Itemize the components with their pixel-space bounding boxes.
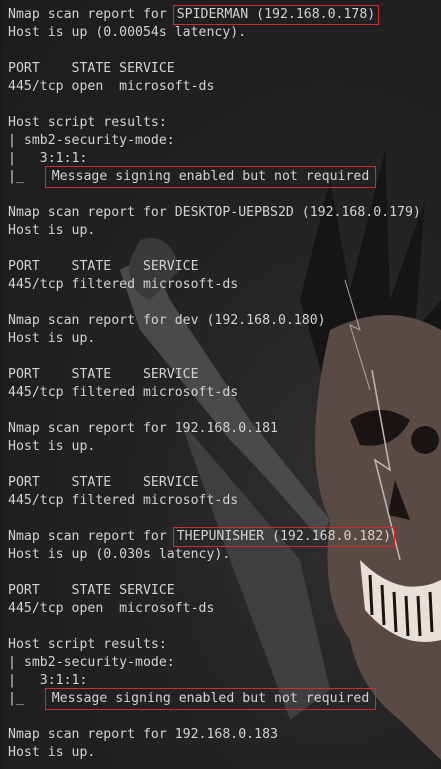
terminal-line: Host is up. (8, 331, 96, 346)
terminal-line: 445/tcp filtered microsoft-ds (8, 385, 239, 400)
terminal-line: PORT STATE SERVICE (8, 583, 175, 598)
terminal-line: PORT STATE SERVICE (8, 259, 199, 274)
terminal-line: Nmap scan report for 192.168.0.183 (8, 727, 278, 742)
window-left-edge (0, 0, 4, 769)
line-prefix: |_ (8, 169, 48, 184)
terminal-line: | 3:1:1: (8, 673, 88, 688)
terminal-line: Nmap scan report for SPIDERMAN (192.168.… (8, 5, 421, 25)
terminal-line: Host is up (0.00054s latency). (8, 25, 247, 40)
terminal-line: Host is up. (8, 439, 96, 454)
terminal-line: | 3:1:1: (8, 151, 88, 166)
terminal-line: |_ Message signing enabled but not requi… (8, 166, 421, 188)
terminal-line: Host is up. (8, 745, 96, 760)
terminal-line: 445/tcp filtered microsoft-ds (8, 277, 239, 292)
terminal-line: Nmap scan report for THEPUNISHER (192.16… (8, 527, 421, 547)
highlighted-text: THEPUNISHER (192.168.0.182) (172, 527, 396, 547)
terminal-line: Host script results: (8, 637, 167, 652)
terminal-line: 445/tcp open microsoft-ds (8, 79, 215, 94)
terminal-line: | smb2-security-mode: (8, 133, 175, 148)
highlighted-text: SPIDERMAN (192.168.0.178) (172, 5, 380, 25)
terminal-line: | smb2-security-mode: (8, 655, 175, 670)
terminal-line: PORT STATE SERVICE (8, 367, 199, 382)
terminal-line: Host is up. (8, 223, 96, 238)
line-prefix: Nmap scan report for (8, 529, 175, 544)
line-prefix: Nmap scan report for (8, 7, 175, 22)
terminal-line: |_ Message signing enabled but not requi… (8, 688, 421, 710)
terminal-line: Host is up (0.030s latency). (8, 547, 231, 562)
terminal-line: PORT STATE SERVICE (8, 61, 175, 76)
line-prefix: |_ (8, 691, 48, 706)
terminal-line: Nmap scan report for DESKTOP-UEPBS2D (19… (8, 205, 421, 220)
terminal-window[interactable]: Nmap scan report for SPIDERMAN (192.168.… (0, 0, 441, 769)
terminal-line: 445/tcp open microsoft-ds (8, 601, 215, 616)
terminal-line: Nmap scan report for dev (192.168.0.180) (8, 313, 326, 328)
highlighted-text: Message signing enabled but not required (44, 688, 377, 710)
terminal-line: PORT STATE SERVICE (8, 475, 199, 490)
terminal-line: Host script results: (8, 115, 167, 130)
highlighted-text: Message signing enabled but not required (44, 166, 377, 188)
terminal-line: Nmap scan report for 192.168.0.181 (8, 421, 278, 436)
terminal-output: Nmap scan report for SPIDERMAN (192.168.… (8, 5, 421, 762)
terminal-line: 445/tcp filtered microsoft-ds (8, 493, 239, 508)
